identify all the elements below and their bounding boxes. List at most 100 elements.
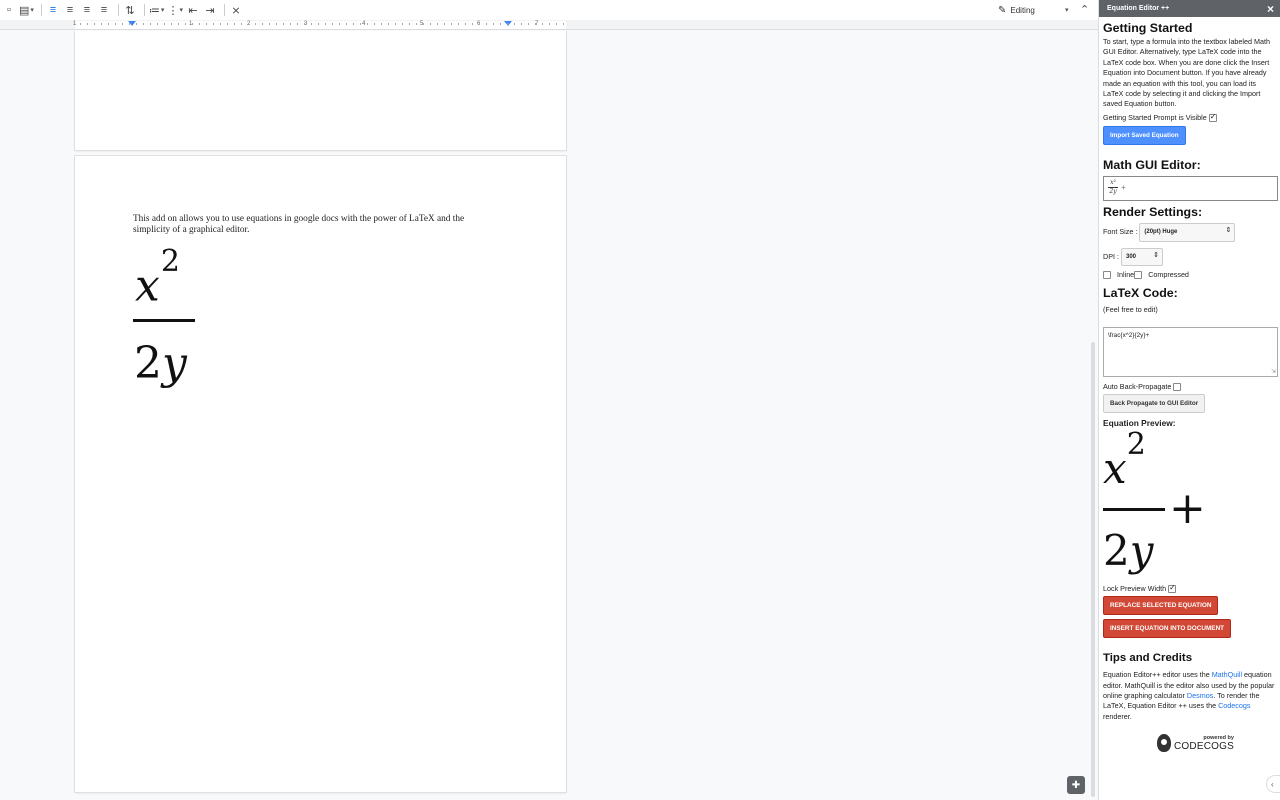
tips-text-part: renderer.	[1103, 711, 1132, 721]
ruler-tick	[150, 23, 151, 25]
preview-plus: +	[1169, 482, 1206, 534]
ruler-tick	[227, 23, 228, 25]
select-arrows-icon: ⇕	[1225, 227, 1232, 235]
ruler-tick	[423, 23, 424, 25]
document-paragraph[interactable]: This add on allows you to use equations …	[133, 214, 493, 236]
font-size-label: Font Size :	[1103, 227, 1138, 237]
ruler-tick	[325, 23, 326, 25]
document-scrollbar[interactable]	[1091, 342, 1095, 797]
gui-numerator: x²	[1110, 179, 1116, 187]
right-indent-marker[interactable]	[504, 21, 512, 26]
side-panel-toggle[interactable]: ‹	[1266, 775, 1280, 793]
auto-back-propagate-checkbox[interactable]	[1173, 382, 1182, 391]
align-right-icon[interactable]: ≡	[80, 2, 94, 18]
codecogs-logo-icon	[1157, 734, 1171, 752]
getting-started-text: To start, type a formula into the textbo…	[1103, 37, 1270, 109]
codecogs-logo[interactable]: powered by CODECOGS	[1157, 734, 1234, 752]
sidebar-content: Getting Started To start, type a formula…	[1103, 17, 1278, 722]
back-propagate-button[interactable]: Back Propagate to GUI Editor	[1103, 394, 1206, 414]
inline-checkbox[interactable]	[1103, 271, 1111, 280]
ruler-tick	[493, 23, 494, 25]
ruler-tick	[311, 23, 312, 25]
align-justify-icon[interactable]: ≡	[97, 2, 111, 18]
ruler-tick	[87, 23, 88, 25]
mathquill-link[interactable]: MathQuill	[1212, 670, 1242, 679]
align-left-icon[interactable]: ≡	[46, 2, 60, 18]
ruler-tick	[213, 23, 214, 25]
select-arrows-icon: ⇕	[1153, 251, 1159, 259]
font-size-row: Font Size : (20pt) Huge ⇕	[1103, 223, 1278, 242]
collapse-menus-icon[interactable]: ⌃	[1080, 3, 1089, 16]
ruler-tick	[409, 23, 410, 25]
document-page[interactable]: This add on allows you to use equations …	[75, 156, 566, 792]
ruler-tick	[542, 23, 543, 25]
ruler-tick	[353, 23, 354, 25]
latex-hint: (Feel free to edit)	[1103, 305, 1158, 315]
ruler-tick	[80, 23, 81, 25]
lock-preview-checkbox[interactable]	[1168, 583, 1177, 593]
ruler-tick	[374, 23, 375, 25]
inline-label: Inline	[1117, 270, 1135, 280]
dpi-label: DPI :	[1103, 251, 1119, 261]
explore-icon[interactable]: ✚	[1067, 776, 1085, 794]
inserted-equation-image[interactable]: x2 2y	[133, 244, 197, 401]
ruler-tick	[143, 23, 144, 25]
document-canvas: This add on allows you to use equations …	[0, 31, 1098, 800]
preview-coefficient: 2	[1103, 525, 1130, 575]
editing-mode-label: Editing	[1010, 5, 1035, 15]
fraction-bar	[133, 319, 195, 322]
ruler-tick	[535, 23, 536, 25]
ruler-tick	[129, 23, 130, 25]
prompt-visible-checkbox[interactable]	[1208, 112, 1217, 122]
ruler-tick	[472, 23, 473, 25]
math-gui-heading: Math GUI Editor:	[1103, 158, 1201, 173]
chevron-down-icon: ▾	[1065, 7, 1069, 14]
ruler-tick	[528, 23, 529, 25]
import-saved-equation-button[interactable]: Import Saved Equation	[1103, 126, 1186, 146]
codecogs-link[interactable]: Codecogs	[1218, 701, 1250, 710]
line-spacing-icon[interactable]: ⇅	[123, 2, 137, 18]
decrease-indent-icon[interactable]: ⇤	[186, 2, 200, 18]
dpi-row: DPI : 300 ⇕	[1103, 247, 1278, 267]
font-size-select[interactable]: (20pt) Huge ⇕	[1139, 223, 1236, 242]
render-settings-heading: Render Settings:	[1103, 205, 1203, 220]
gui-denominator: 2y	[1109, 188, 1117, 196]
equation-editor-sidebar: Equation Editor ++ × Getting Started To …	[1098, 0, 1280, 800]
gui-fraction: x² 2y	[1108, 179, 1118, 196]
bulleted-list-icon[interactable]: ⋮ ▾	[167, 2, 183, 18]
compressed-label: Compressed	[1148, 270, 1189, 280]
editing-mode-dropdown[interactable]: ✎ Editing ▾	[998, 2, 1069, 18]
ruler-tick	[549, 23, 550, 25]
latex-code-textarea[interactable]: \frac{x^2}{2y}+ ⇲	[1103, 326, 1278, 377]
document-page[interactable]	[75, 31, 566, 150]
dpi-select[interactable]: 300 ⇕	[1120, 247, 1163, 267]
increase-indent-icon[interactable]: ⇥	[203, 2, 217, 18]
numbered-list-icon[interactable]: ≔ ▾	[149, 2, 165, 18]
ruler-number: 1	[73, 21, 77, 27]
ruler-tick	[157, 23, 158, 25]
math-gui-editor-input[interactable]: x² 2y +	[1103, 176, 1278, 202]
desmos-link[interactable]: Desmos	[1187, 691, 1213, 700]
resize-grip-icon[interactable]: ⇲	[1271, 368, 1276, 375]
close-icon[interactable]: ×	[1267, 3, 1274, 15]
ruler-tick	[248, 23, 249, 25]
replace-selected-equation-button[interactable]: REPLACE SELECTED EQUATION	[1103, 596, 1219, 616]
comment-icon[interactable]: ▫	[2, 2, 16, 18]
align-center-icon[interactable]: ≡	[63, 2, 77, 18]
compressed-checkbox[interactable]	[1134, 271, 1143, 280]
ruler-tick	[199, 23, 200, 25]
dpi-value: 300	[1125, 253, 1136, 260]
ruler-tick	[360, 23, 361, 25]
tips-heading: Tips and Credits	[1103, 652, 1193, 665]
insert-image-icon[interactable]: ▤ ▾	[19, 2, 34, 18]
insert-equation-button[interactable]: INSERT EQUATION INTO DOCUMENT	[1103, 619, 1232, 639]
auto-back-propagate-row: Auto Back-Propagate	[1103, 382, 1278, 392]
clear-formatting-icon[interactable]: ⨯	[229, 2, 243, 18]
ruler-tick	[234, 23, 235, 25]
latex-code-heading: LaTeX Code:	[1103, 286, 1178, 301]
ruler-tick	[304, 23, 305, 25]
ruler-tick	[395, 23, 396, 25]
equation-exponent: 2	[160, 244, 180, 279]
ruler-tick	[444, 23, 445, 25]
ruler-tick	[297, 23, 298, 25]
